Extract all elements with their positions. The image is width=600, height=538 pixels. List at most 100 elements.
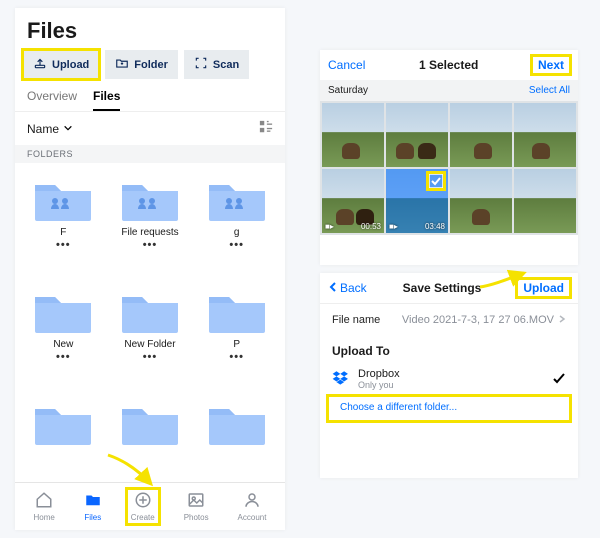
- save-settings-screen: Back Save Settings Upload File name Vide…: [320, 273, 578, 478]
- folder-item[interactable]: [196, 395, 277, 482]
- folder-icon: [84, 491, 102, 511]
- day-label: Saturday: [328, 85, 368, 96]
- tab-overview[interactable]: Overview: [27, 89, 77, 111]
- account-icon: [243, 491, 261, 511]
- photo-thumb[interactable]: [514, 169, 576, 233]
- upload-button[interactable]: Upload: [517, 279, 570, 297]
- tab-label: Home: [33, 513, 54, 522]
- sort-button[interactable]: Name: [27, 122, 73, 136]
- folder-icon: [120, 287, 180, 335]
- back-button[interactable]: Back: [328, 281, 367, 295]
- tab-create[interactable]: Create: [127, 489, 159, 524]
- folder-name: File requests: [121, 227, 178, 238]
- plus-circle-icon: [134, 491, 152, 511]
- tab-home[interactable]: Home: [29, 489, 58, 524]
- scan-icon: [194, 56, 208, 73]
- folder-icon: [207, 175, 267, 223]
- picker-title: 1 Selected: [419, 58, 478, 72]
- action-row: Upload Folder Scan: [15, 50, 285, 89]
- photo-thumb[interactable]: [322, 103, 384, 167]
- photo-thumb[interactable]: [386, 103, 448, 167]
- folder-item[interactable]: [110, 395, 191, 482]
- home-icon: [35, 491, 53, 511]
- choose-different-folder-link[interactable]: Choose a different folder...: [328, 396, 570, 421]
- destination-row[interactable]: Dropbox Only you: [320, 362, 578, 394]
- filename-label: File name: [332, 314, 380, 326]
- page-title: Files: [15, 8, 285, 50]
- tab-files[interactable]: Files: [93, 89, 120, 111]
- folder-name: P: [233, 339, 240, 350]
- next-button[interactable]: Next: [532, 56, 570, 74]
- chevron-right-icon: [558, 314, 566, 326]
- folder-item[interactable]: P •••: [196, 283, 277, 395]
- select-all-button[interactable]: Select All: [529, 85, 570, 96]
- more-dots-icon[interactable]: •••: [229, 242, 244, 248]
- destination-sub: Only you: [358, 380, 400, 390]
- folder-item[interactable]: g •••: [196, 171, 277, 283]
- folder-grid: F ••• File requests ••• g ••• New •••: [15, 163, 285, 482]
- thumbnail-grid: ■▸ 00:53 ■▸ 03:48: [320, 101, 578, 235]
- upload-label: Upload: [52, 59, 89, 71]
- folder-label: Folder: [134, 59, 168, 71]
- destination-name: Dropbox: [358, 368, 400, 380]
- folder-item[interactable]: New Folder •••: [110, 283, 191, 395]
- files-screen: Files Upload Folder Scan Overview Files …: [15, 8, 285, 530]
- scan-button[interactable]: Scan: [184, 50, 249, 79]
- folder-item[interactable]: New •••: [23, 283, 104, 395]
- save-title: Save Settings: [403, 281, 482, 295]
- save-header: Back Save Settings Upload: [320, 273, 578, 303]
- filename-value: Video 2021-7-3, 17 27 06.MOV: [402, 314, 554, 326]
- check-icon: [428, 173, 444, 189]
- filename-row[interactable]: File name Video 2021-7-3, 17 27 06.MOV: [320, 303, 578, 336]
- folder-icon: [120, 399, 180, 447]
- tab-label: Create: [131, 513, 155, 522]
- more-dots-icon[interactable]: •••: [56, 242, 71, 248]
- folder-item[interactable]: F •••: [23, 171, 104, 283]
- image-icon: [187, 491, 205, 511]
- tab-files[interactable]: Files: [80, 489, 106, 524]
- video-thumb-selected[interactable]: ■▸ 03:48: [386, 169, 448, 233]
- tab-photos[interactable]: Photos: [180, 489, 213, 524]
- folder-icon: [207, 287, 267, 335]
- folder-icon: [33, 175, 93, 223]
- more-dots-icon[interactable]: •••: [143, 354, 158, 360]
- folder-add-icon: [115, 56, 129, 73]
- sort-label: Name: [27, 122, 59, 136]
- photo-thumb[interactable]: [450, 169, 512, 233]
- video-duration: 00:53: [361, 222, 381, 231]
- day-header: Saturday Select All: [320, 80, 578, 101]
- more-dots-icon[interactable]: •••: [56, 354, 71, 360]
- folder-icon: [207, 399, 267, 447]
- tab-label: Photos: [184, 513, 209, 522]
- folder-icon: [120, 175, 180, 223]
- tab-label: Account: [238, 513, 267, 522]
- view-toggle-button[interactable]: [259, 120, 273, 137]
- folders-section-header: FOLDERS: [15, 145, 285, 163]
- video-duration: 03:48: [425, 222, 445, 231]
- dropbox-icon: [332, 370, 350, 388]
- sort-row: Name: [15, 112, 285, 145]
- tab-account[interactable]: Account: [234, 489, 271, 524]
- back-label: Back: [340, 281, 367, 295]
- upload-to-header: Upload To: [320, 336, 578, 362]
- tab-row: Overview Files: [15, 89, 285, 112]
- upload-button[interactable]: Upload: [23, 50, 99, 79]
- photo-thumb[interactable]: [450, 103, 512, 167]
- folder-item[interactable]: [23, 395, 104, 482]
- chevron-down-icon: [63, 122, 73, 136]
- video-thumb[interactable]: ■▸ 00:53: [322, 169, 384, 233]
- folder-name: F: [60, 227, 66, 238]
- folder-button[interactable]: Folder: [105, 50, 178, 79]
- video-icon: ■▸: [325, 222, 334, 231]
- folder-name: g: [234, 227, 240, 238]
- chevron-left-icon: [328, 281, 338, 295]
- folder-name: New Folder: [124, 339, 175, 350]
- check-icon: [552, 372, 566, 386]
- more-dots-icon[interactable]: •••: [143, 242, 158, 248]
- folder-name: New: [53, 339, 73, 350]
- video-icon: ■▸: [389, 222, 398, 231]
- cancel-button[interactable]: Cancel: [328, 58, 365, 72]
- more-dots-icon[interactable]: •••: [229, 354, 244, 360]
- folder-item[interactable]: File requests •••: [110, 171, 191, 283]
- photo-thumb[interactable]: [514, 103, 576, 167]
